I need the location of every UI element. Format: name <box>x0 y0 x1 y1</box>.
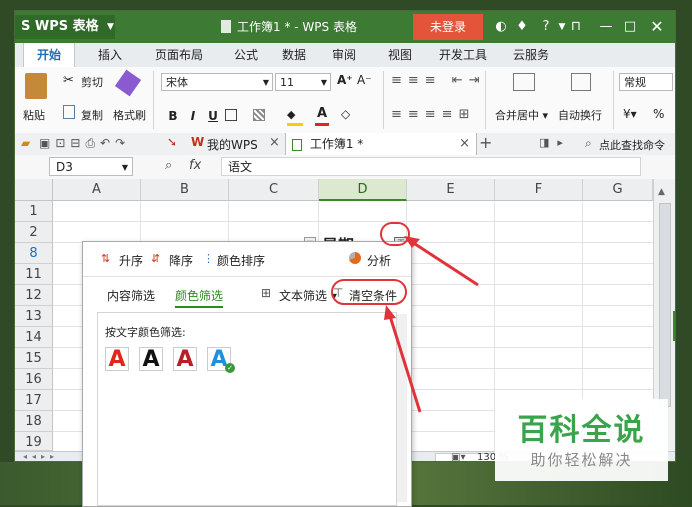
arrow-line <box>411 240 479 287</box>
watermark-title: 百科全说 <box>517 413 646 448</box>
watermark-subtitle: 助你轻松解决 <box>530 451 633 469</box>
watermark-logo: 百科全说 助你轻松解决 <box>495 399 668 481</box>
arrow-head <box>384 305 396 320</box>
arrow-line <box>388 315 422 413</box>
